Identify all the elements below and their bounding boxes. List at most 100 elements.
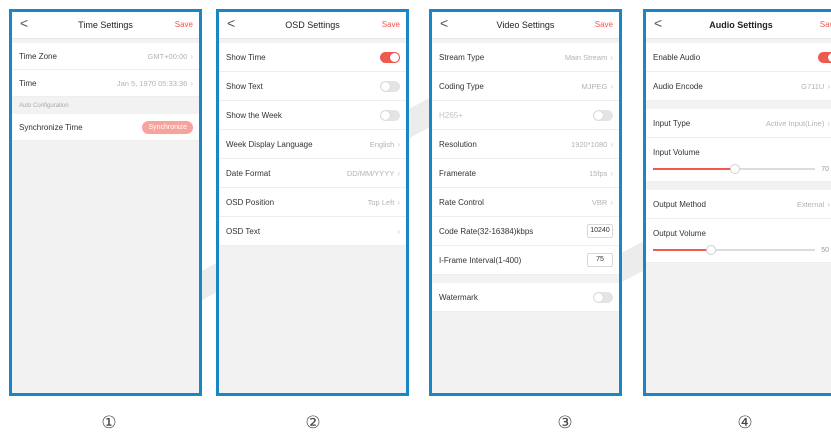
show-time-toggle[interactable] [380, 51, 400, 63]
screen-marker: ② [305, 413, 321, 433]
row-label: Show the Week [226, 110, 282, 120]
h265-plus-toggle[interactable] [593, 109, 613, 121]
output-volume-slider[interactable]: 50 [653, 244, 829, 256]
row-week-display-language[interactable]: Week Display Language English › [219, 130, 406, 159]
row-label: Framerate [439, 168, 476, 178]
chevron-right-icon: › [827, 118, 830, 128]
chevron-right-icon: › [827, 199, 830, 209]
row-value: MJPEG › [581, 82, 613, 91]
row-synchronize-time: Synchronize Time Synchronize [12, 114, 199, 141]
output-method-value: External [796, 199, 825, 209]
row-label: Watermark [439, 292, 478, 302]
row-rate-control[interactable]: Rate Control VBR › [432, 188, 619, 217]
save-button[interactable]: Save [595, 20, 613, 29]
section-caption: Auto Configuration [12, 97, 199, 114]
input-group: Input Type Active Input(Line) › Input Vol… [646, 109, 831, 182]
row-iframe-interval: I-Frame Interval(1-400) 75 [432, 246, 619, 275]
time-value: Jan 5, 1970 05:33:36 [116, 78, 188, 88]
row-label: Input Volume [653, 148, 700, 157]
screen-header: < OSD Settings Save [219, 12, 406, 39]
row-label: Show Time [226, 52, 266, 62]
screen-marker: ① [101, 413, 117, 433]
osd-settings-screen: < OSD Settings Save Show Time Show Text … [216, 9, 409, 396]
show-text-toggle[interactable] [380, 80, 400, 92]
input-volume-slider[interactable]: 70 [653, 163, 829, 175]
iframe-interval-input[interactable]: 75 [587, 253, 613, 267]
watermark-toggle[interactable] [593, 291, 613, 303]
toggle-knob [594, 110, 603, 120]
chevron-right-icon: › [610, 168, 613, 178]
input-type-value: Active Input(Line) [765, 118, 825, 128]
time-group: Time Zone GMT+00:00 › Time Jan 5, 1970 05… [12, 43, 199, 97]
synchronize-button[interactable]: Synchronize [142, 120, 193, 134]
audio-encode-value: G711U [801, 81, 825, 91]
toggle-knob [594, 292, 603, 302]
row-label: Resolution [439, 139, 477, 149]
row-show-time: Show Time [219, 43, 406, 72]
row-label: Synchronize Time [19, 122, 83, 132]
back-icon[interactable]: < [440, 15, 448, 31]
back-icon[interactable]: < [20, 15, 28, 31]
chevron-right-icon: › [610, 52, 613, 62]
time-settings-screen: < Time Settings Save Time Zone GMT+00:00… [9, 9, 202, 396]
row-label: Enable Audio [653, 52, 701, 62]
row-label: Input Type [653, 118, 691, 128]
row-value: VBR › [592, 198, 613, 207]
row-input-type[interactable]: Input Type Active Input(Line) › [646, 109, 831, 138]
row-audio-encode[interactable]: Audio Encode G711U › [646, 72, 831, 101]
row-value: DD/MM/YYYY › [347, 169, 400, 178]
time-zone-value: GMT+00:00 [147, 51, 188, 61]
stream-type-value: Main Stream [564, 52, 608, 62]
row-label: Coding Type [439, 81, 484, 91]
chevron-right-icon: › [610, 81, 613, 91]
row-label: OSD Position [226, 197, 275, 207]
row-label: Output Volume [653, 229, 706, 238]
row-label: Week Display Language [226, 139, 313, 149]
code-rate-input[interactable]: 10240 [587, 224, 613, 238]
toggle-knob [381, 81, 390, 91]
row-output-method[interactable]: Output Method External › [646, 190, 831, 219]
row-framerate[interactable]: Framerate 15fps › [432, 159, 619, 188]
date-format-value: DD/MM/YYYY [346, 168, 395, 178]
row-value: GMT+00:00 › [148, 52, 193, 61]
row-time-zone[interactable]: Time Zone GMT+00:00 › [12, 43, 199, 70]
row-osd-text[interactable]: OSD Text › [219, 217, 406, 246]
row-value: 1920*1080 › [571, 140, 613, 149]
row-show-text: Show Text [219, 72, 406, 101]
row-label: Audio Encode [653, 81, 703, 91]
save-button[interactable]: Save [175, 20, 193, 29]
screen-marker: ③ [557, 413, 573, 433]
coding-type-value: MJPEG [581, 81, 608, 91]
chevron-right-icon: › [610, 139, 613, 149]
row-label: OSD Text [226, 226, 261, 236]
chevron-right-icon: › [397, 139, 400, 149]
row-label: H265+ [439, 110, 463, 120]
show-week-toggle[interactable] [380, 109, 400, 121]
save-button[interactable]: Save [820, 20, 831, 29]
row-value: › [394, 227, 400, 236]
save-button[interactable]: Save [382, 20, 400, 29]
enable-audio-toggle[interactable] [818, 51, 831, 63]
row-time[interactable]: Time Jan 5, 1970 05:33:36 › [12, 70, 199, 97]
row-value: Top Left › [368, 198, 400, 207]
row-resolution[interactable]: Resolution 1920*1080 › [432, 130, 619, 159]
back-icon[interactable]: < [654, 15, 662, 31]
audio-settings-screen: < Audio Settings Save Enable Audio Audio… [643, 9, 831, 396]
row-date-format[interactable]: Date Format DD/MM/YYYY › [219, 159, 406, 188]
row-label: Rate Control [439, 197, 484, 207]
week-language-value: English [369, 139, 395, 149]
row-osd-position[interactable]: OSD Position Top Left › [219, 188, 406, 217]
framerate-value: 15fps [588, 168, 608, 178]
slider-thumb[interactable] [729, 164, 740, 174]
row-coding-type[interactable]: Coding Type MJPEG › [432, 72, 619, 101]
row-label: Date Format [226, 168, 271, 178]
slider-fill [653, 249, 712, 251]
chevron-right-icon: › [610, 197, 613, 207]
row-stream-type[interactable]: Stream Type Main Stream › [432, 43, 619, 72]
back-icon[interactable]: < [227, 15, 235, 31]
audio-group: Enable Audio Audio Encode G711U › [646, 43, 831, 101]
slider-thumb[interactable] [706, 245, 717, 255]
input-volume-block: Input Volume 70 [646, 138, 831, 182]
row-value: External › [797, 200, 830, 209]
row-watermark: Watermark [432, 283, 619, 312]
